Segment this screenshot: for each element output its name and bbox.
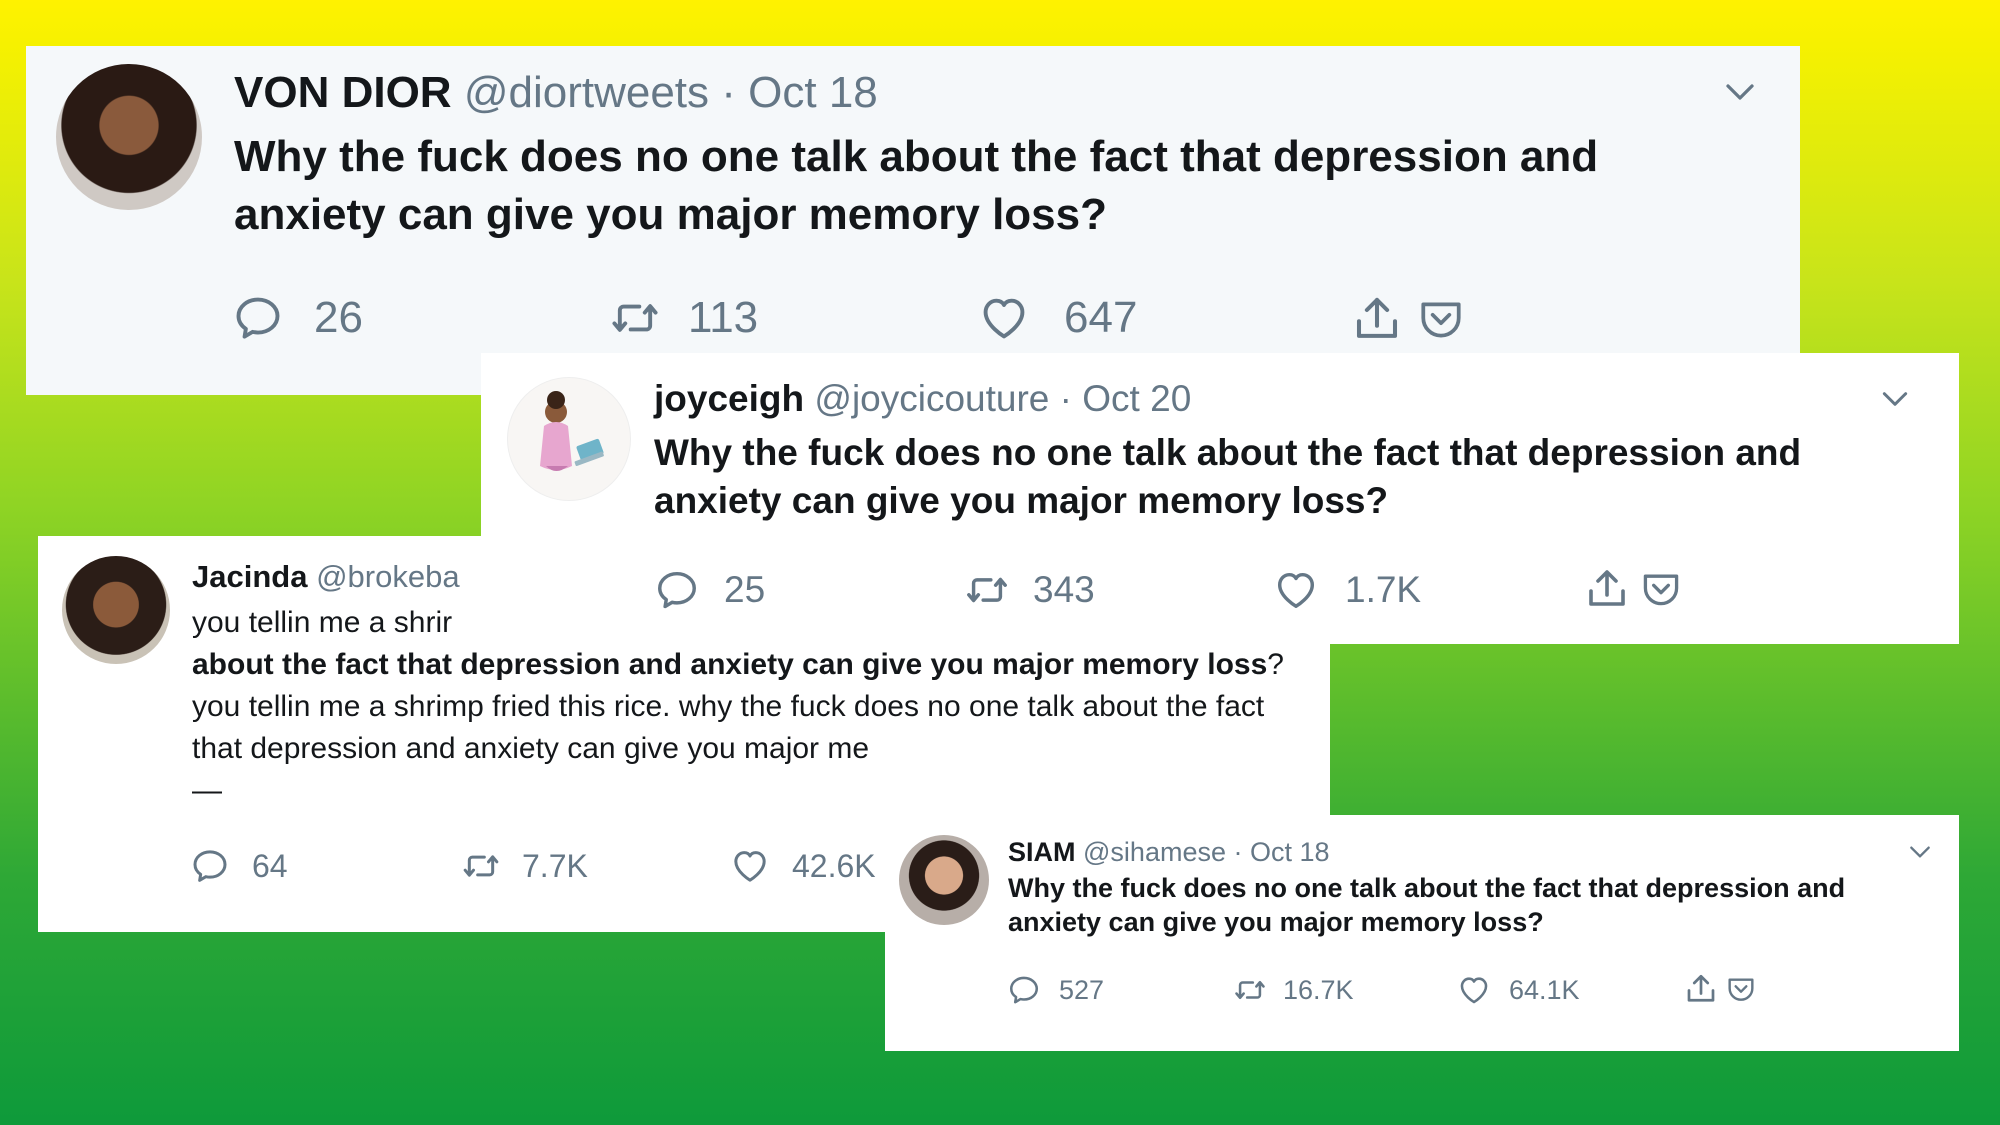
pocket-button[interactable] <box>1416 294 1466 344</box>
heart-icon <box>730 846 770 886</box>
retweet-button[interactable]: 343 <box>961 567 1095 613</box>
tweet-header: Jacinda @brokeba <box>192 558 460 596</box>
tweet-header: joyceigh @joycicouture · Oct 20 <box>654 377 1191 421</box>
tweet-text-bold: about the fact that depression and anxie… <box>192 648 1268 681</box>
retweet-count: 343 <box>1033 569 1095 610</box>
author-handle[interactable]: @joycicouture <box>814 378 1049 419</box>
author-name[interactable]: Jacinda <box>192 559 307 594</box>
author-name[interactable]: SIAM <box>1008 837 1076 867</box>
reply-button[interactable]: 26 <box>232 292 363 344</box>
share-icon <box>1583 565 1631 613</box>
share-icon <box>1683 971 1719 1007</box>
heart-icon <box>1273 567 1319 613</box>
heart-icon <box>1457 973 1491 1007</box>
tweet-card-joyceigh: joyceigh @joycicouture · Oct 20 Why the … <box>481 353 1959 644</box>
tweet-text-body: about the fact that depression and anxie… <box>192 644 1292 770</box>
retweet-count: 16.7K <box>1283 974 1354 1005</box>
share-icon <box>1350 292 1404 346</box>
reply-button[interactable]: 527 <box>1007 973 1104 1007</box>
reply-icon <box>654 567 700 613</box>
reply-count: 527 <box>1059 974 1105 1005</box>
retweet-button[interactable]: 7.7K <box>458 846 588 886</box>
tweet-date[interactable]: Oct 18 <box>1250 837 1330 867</box>
author-handle[interactable]: @diortweets <box>464 68 709 117</box>
reply-icon <box>1007 973 1041 1007</box>
avatar[interactable] <box>56 64 202 210</box>
retweet-icon <box>606 292 664 344</box>
tweet-text: Why the fuck does no one talk about the … <box>234 132 1599 239</box>
reply-count: 25 <box>724 569 766 610</box>
share-button[interactable] <box>1350 292 1404 346</box>
pocket-button[interactable] <box>1725 973 1757 1005</box>
like-button[interactable]: 42.6K <box>730 846 876 886</box>
avatar-illustration-icon <box>540 391 604 471</box>
tweet-card-siam: SIAM @sihamese · Oct 18 Why the fuck doe… <box>885 815 1959 1051</box>
author-handle[interactable]: @sihamese <box>1083 837 1226 867</box>
retweet-button[interactable]: 16.7K <box>1231 973 1354 1007</box>
tweet-text-q: ? <box>1267 648 1284 681</box>
reply-button[interactable]: 25 <box>654 567 765 613</box>
separator: · <box>1233 837 1243 867</box>
separator: · <box>721 68 736 117</box>
share-button[interactable] <box>1683 971 1719 1007</box>
author-handle[interactable]: @brokeba <box>316 559 460 594</box>
avatar[interactable] <box>899 835 989 925</box>
pocket-icon <box>1416 294 1466 344</box>
reply-count: 64 <box>252 847 288 884</box>
reply-count: 26 <box>314 293 363 342</box>
avatar[interactable] <box>507 377 631 501</box>
tweet-text: Why the fuck does no one talk about the … <box>1008 873 1846 937</box>
heart-icon <box>978 292 1030 344</box>
like-button[interactable]: 647 <box>978 292 1137 344</box>
pocket-icon <box>1639 567 1683 611</box>
like-button[interactable]: 1.7K <box>1273 567 1421 613</box>
avatar[interactable] <box>62 556 170 664</box>
reply-icon <box>190 846 230 886</box>
chevron-down-icon[interactable] <box>1722 74 1758 110</box>
pocket-icon <box>1725 973 1757 1005</box>
tweet-date[interactable]: Oct 20 <box>1082 378 1191 419</box>
reply-button[interactable]: 64 <box>190 846 288 886</box>
like-count: 647 <box>1064 293 1138 342</box>
retweet-count: 113 <box>688 293 759 342</box>
chevron-down-icon[interactable] <box>1907 839 1933 865</box>
retweet-button[interactable]: 113 <box>606 292 758 344</box>
retweet-icon <box>1231 973 1269 1007</box>
tweet-text: Why the fuck does no one talk about the … <box>654 432 1802 521</box>
tweet-text-rest: you tellin me a shrimp fried this rice. … <box>192 690 1265 765</box>
like-count: 42.6K <box>792 847 876 884</box>
chevron-down-icon[interactable] <box>1879 383 1911 415</box>
like-count: 64.1K <box>1509 974 1580 1005</box>
retweet-count: 7.7K <box>522 847 588 884</box>
retweet-icon <box>961 567 1013 613</box>
share-button[interactable] <box>1583 565 1631 613</box>
pocket-button[interactable] <box>1639 567 1683 611</box>
retweet-icon <box>458 846 504 886</box>
tweet-text-dash: — <box>192 774 222 807</box>
like-button[interactable]: 64.1K <box>1457 973 1580 1007</box>
reply-icon <box>232 292 284 344</box>
tweet-card-von-dior: VON DIOR @diortweets · Oct 18 Why the fu… <box>26 46 1800 395</box>
author-name[interactable]: VON DIOR <box>234 68 452 117</box>
tweet-header: VON DIOR @diortweets · Oct 18 <box>234 68 878 118</box>
separator: · <box>1059 378 1072 419</box>
tweet-header: SIAM @sihamese · Oct 18 <box>1008 835 1330 869</box>
like-count: 1.7K <box>1345 569 1422 610</box>
author-name[interactable]: joyceigh <box>654 378 804 419</box>
tweet-date[interactable]: Oct 18 <box>748 68 878 117</box>
